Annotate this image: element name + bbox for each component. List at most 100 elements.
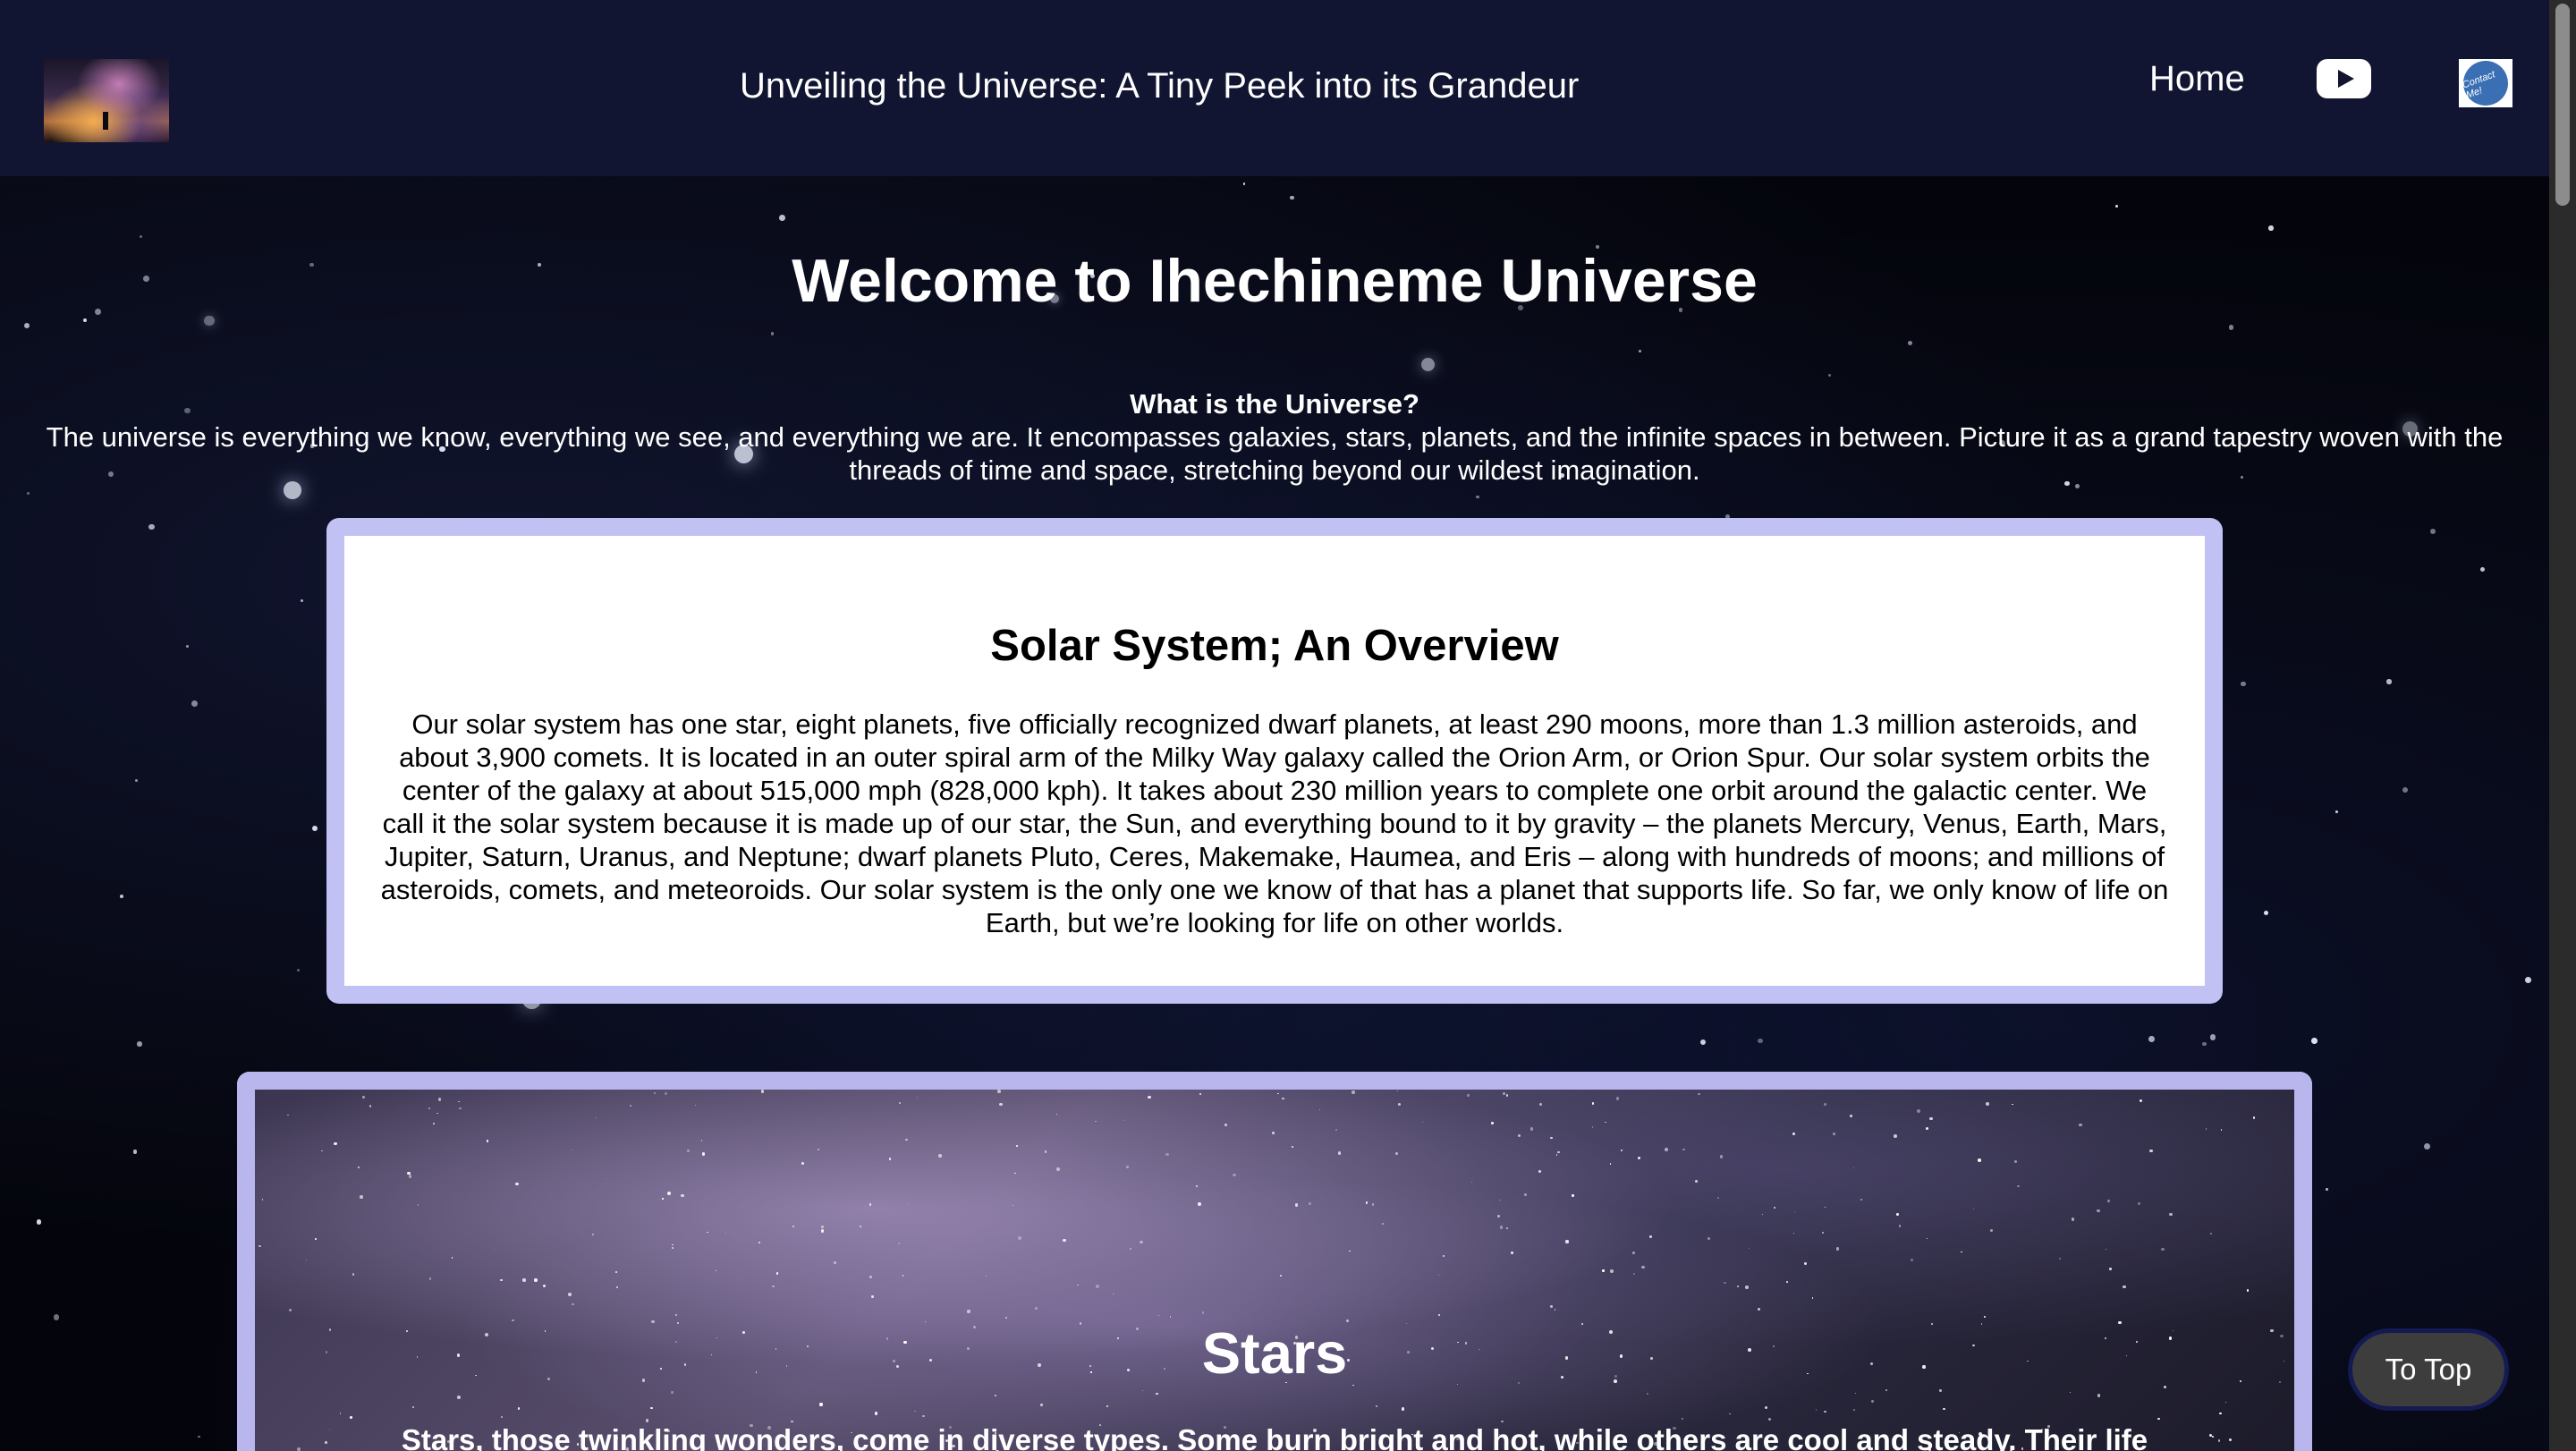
milky-way-star <box>2012 1103 2013 1106</box>
milky-way-star <box>1632 1272 1635 1275</box>
milky-way-star <box>1565 1240 1569 1243</box>
milky-way-star <box>1510 1251 1513 1254</box>
milky-way-star <box>701 1152 706 1156</box>
top-navbar: Unveiling the Universe: A Tiny Peek into… <box>0 0 2549 176</box>
milky-way-star <box>1095 1120 1097 1123</box>
milky-way-star <box>1398 1102 1402 1107</box>
milky-way-star <box>630 1105 631 1107</box>
milky-way-star <box>2252 1116 2256 1119</box>
milky-way-star <box>286 1114 289 1116</box>
solar-system-card: Solar System; An Overview Our solar syst… <box>326 518 2223 1004</box>
site-logo[interactable] <box>44 59 169 142</box>
milky-way-star <box>1910 1258 1913 1261</box>
nav-home-link[interactable]: Home <box>2149 59 2245 99</box>
milky-way-star <box>1620 1150 1623 1151</box>
milky-way-star <box>2220 1129 2223 1131</box>
background-star <box>2311 1038 2318 1044</box>
milky-way-star <box>653 1092 657 1095</box>
stars-card: Stars Stars, those twinkling wonders, co… <box>237 1072 2312 1451</box>
milky-way-star <box>1825 1206 1826 1208</box>
milky-way-star <box>1196 1184 1199 1187</box>
milky-way-star <box>315 1238 317 1240</box>
milky-way-star <box>1130 1248 1131 1250</box>
background-star <box>2209 1034 2216 1040</box>
milky-way-star <box>1929 1116 1933 1120</box>
milky-way-star <box>1604 1121 1606 1124</box>
milky-way-star <box>1506 1094 1509 1097</box>
milky-way-star <box>2157 1417 2161 1421</box>
milky-way-star <box>1832 1133 1835 1135</box>
milky-way-star <box>1503 1091 1506 1095</box>
to-top-button[interactable]: To Top <box>2348 1328 2509 1411</box>
milky-way-star <box>1279 1274 1283 1277</box>
milky-way-star <box>2106 1200 2111 1203</box>
milky-way-star <box>1815 1409 1818 1411</box>
milky-way-star <box>1896 1213 1900 1217</box>
milky-way-star <box>665 1091 668 1095</box>
background-star <box>1827 373 1831 377</box>
milky-way-star <box>1497 1215 1501 1218</box>
milky-way-star <box>596 1117 597 1119</box>
milky-way-star <box>1165 1152 1169 1156</box>
milky-way-star <box>1517 1133 1521 1138</box>
background-star <box>1639 349 1642 352</box>
milky-way-star <box>333 1141 337 1146</box>
milky-way-star <box>352 1273 355 1276</box>
background-star <box>185 644 190 649</box>
milky-way-star <box>1106 1404 1108 1407</box>
milky-way-star <box>1916 1109 1920 1113</box>
milky-way-star <box>1198 1202 1202 1206</box>
milky-way-star <box>937 1154 942 1158</box>
milky-way-star <box>1736 1285 1739 1287</box>
milky-way-star <box>1157 1314 1159 1316</box>
scrollbar-thumb[interactable] <box>2555 4 2570 206</box>
milky-way-star <box>428 1107 430 1110</box>
milky-way-star <box>1539 1103 1543 1107</box>
milky-way-star <box>1986 1102 1989 1107</box>
milky-way-star <box>2208 1433 2212 1437</box>
milky-way-star <box>1609 1162 1612 1165</box>
milky-way-star <box>1291 1146 1293 1149</box>
milky-way-star <box>1055 1167 1060 1171</box>
milky-way-star <box>1014 1172 1016 1175</box>
background-star <box>198 1435 200 1438</box>
milky-way-star <box>1749 1247 1750 1249</box>
milky-way-star <box>1437 1274 1440 1276</box>
milky-way-star <box>458 1101 460 1103</box>
youtube-icon[interactable] <box>2317 59 2371 98</box>
milky-way-star <box>518 1407 521 1410</box>
background-star <box>2429 528 2436 534</box>
milky-way-star <box>1983 1316 1987 1319</box>
background-star <box>1476 495 1479 498</box>
milky-way-star <box>1707 1237 1711 1241</box>
milky-way-star <box>436 1112 438 1115</box>
solar-system-body: Our solar system has one star, eight pla… <box>380 709 2169 938</box>
milky-way-star <box>859 1225 861 1227</box>
milky-way-star <box>874 1411 878 1415</box>
background-star <box>2115 204 2118 208</box>
page-scrollbar[interactable] <box>2549 0 2576 1451</box>
milky-way-star <box>1040 1404 1043 1406</box>
question-heading: What is the Universe? <box>1130 388 1419 420</box>
milky-way-star <box>1637 1156 1641 1160</box>
background-star <box>24 323 30 329</box>
milky-way-star <box>1591 1125 1594 1128</box>
milky-way-star <box>1835 1247 1840 1251</box>
milky-way-star <box>2071 1217 2075 1221</box>
background-star <box>120 895 124 899</box>
milky-way-star <box>261 1199 263 1201</box>
milky-way-star <box>361 1095 366 1099</box>
milky-way-star <box>2210 1232 2213 1235</box>
milky-way-star <box>1282 1097 1284 1099</box>
background-star <box>137 1041 142 1047</box>
milky-way-star <box>1169 1316 1172 1319</box>
milky-way-star <box>1201 1311 1205 1314</box>
milky-way-star <box>819 1403 823 1406</box>
milky-way-star <box>888 1157 892 1160</box>
milky-way-star <box>1745 1286 1750 1290</box>
milky-way-star <box>320 1150 323 1152</box>
milky-way-star <box>1199 1093 1202 1096</box>
contact-me-icon[interactable]: Contact Me! <box>2456 54 2515 113</box>
background-star <box>2402 786 2408 793</box>
background-star <box>82 318 88 323</box>
